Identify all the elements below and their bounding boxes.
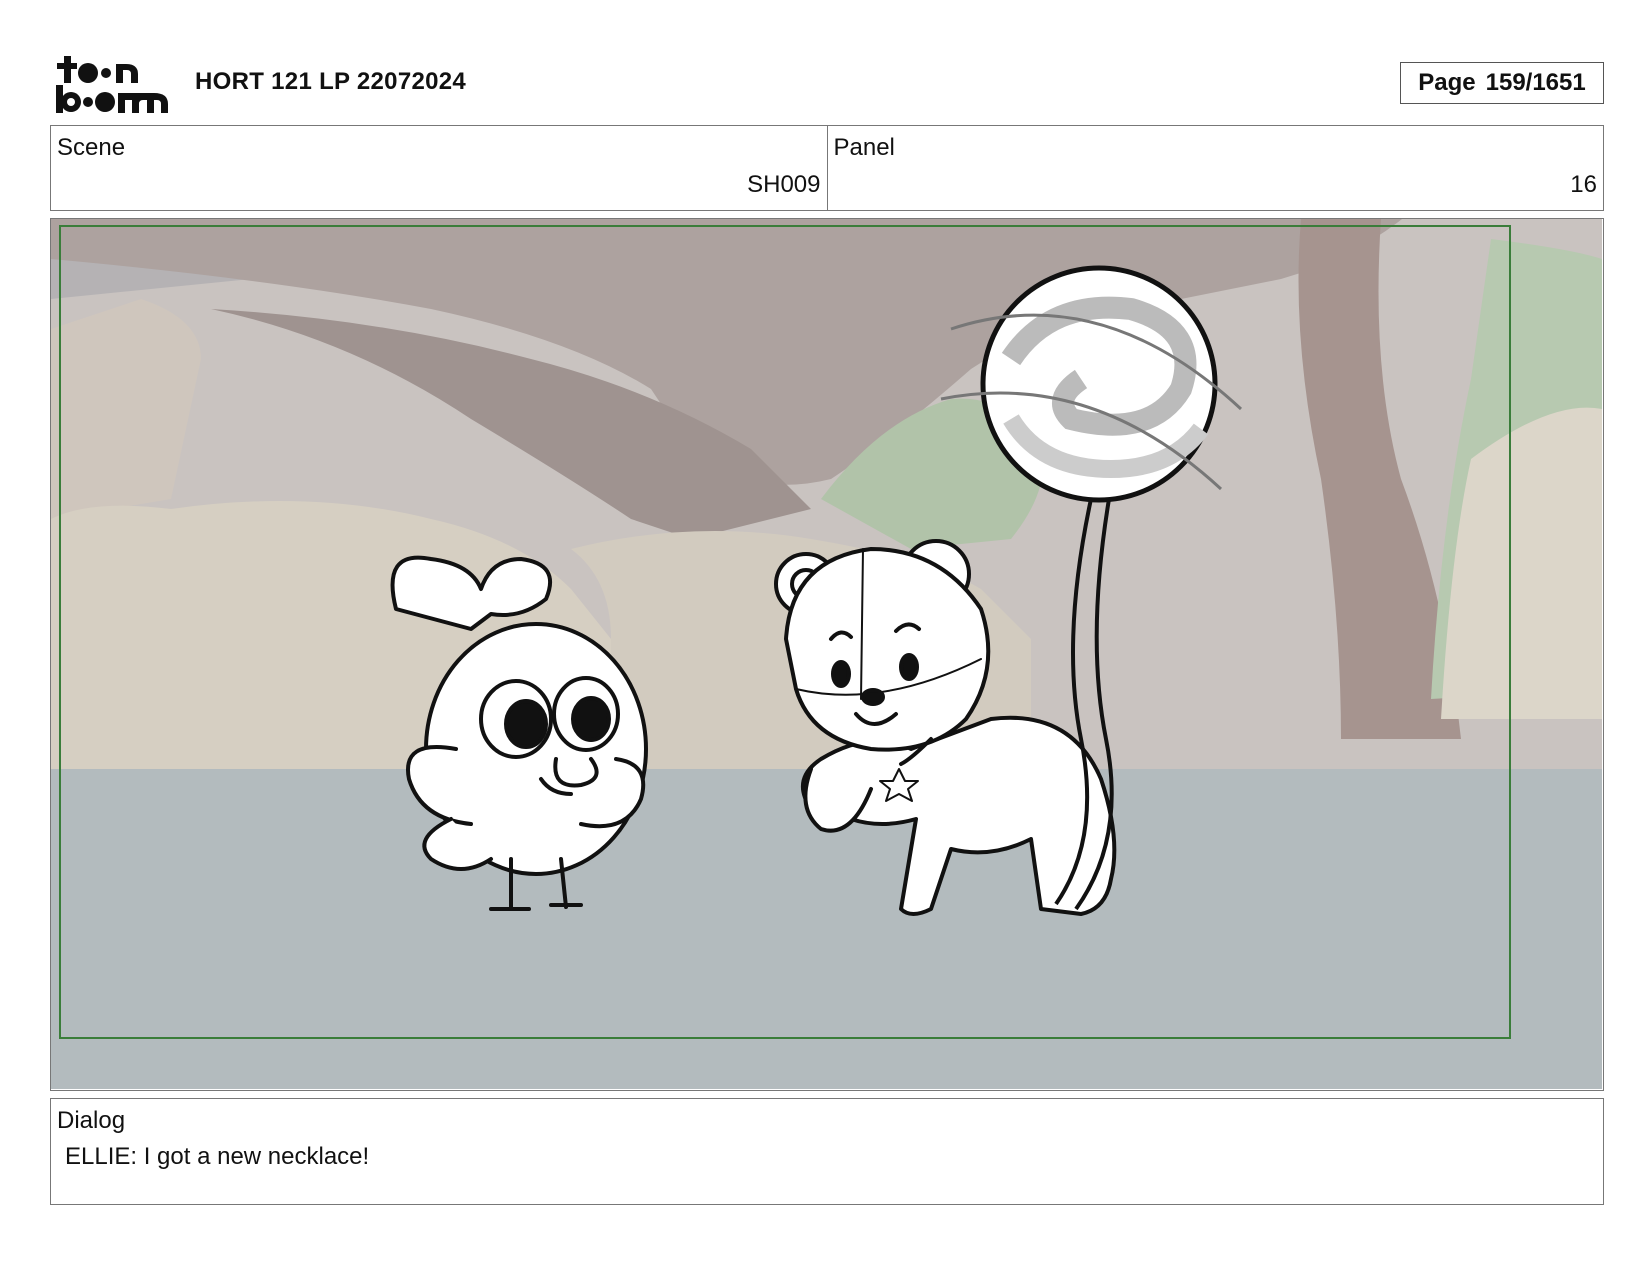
panel-cell: Panel 16 [826, 126, 1604, 210]
panel-value: 16 [1570, 171, 1597, 198]
dialog-section: Dialog ELLIE: I got a new necklace! [50, 1098, 1604, 1205]
panel-label: Panel [833, 134, 895, 161]
scene-cell: Scene SH009 [51, 126, 827, 210]
document-title: HORT 121 LP 22072024 [195, 68, 467, 95]
storyboard-drawing [51, 219, 1602, 1089]
dialog-label: Dialog [57, 1107, 126, 1134]
dialog-text: ELLIE: I got a new necklace! [65, 1143, 370, 1170]
page-label: Page [1418, 69, 1476, 96]
toon-boom-logo [54, 54, 172, 116]
scene-label: Scene [57, 134, 126, 161]
page-number: 159/1651 [1485, 69, 1586, 96]
scene-panel-header: Scene SH009 Panel 16 [50, 125, 1604, 211]
page-indicator: Page 159/1651 [1400, 62, 1604, 104]
scene-value: SH009 [747, 171, 821, 198]
storyboard-panel [50, 218, 1604, 1091]
